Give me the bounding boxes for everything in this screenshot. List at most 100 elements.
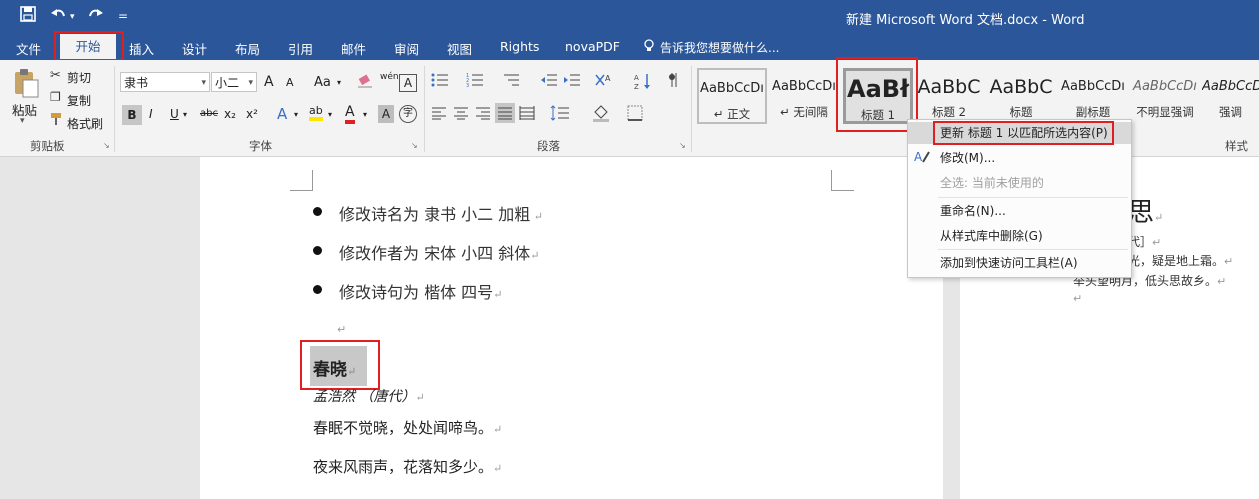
style-sample: AaBbCcDı (1202, 79, 1259, 94)
font-name-combo[interactable]: 隶书 ▾ (120, 72, 210, 92)
bullets-icon[interactable] (431, 72, 449, 92)
numbering-icon[interactable]: 123 (466, 72, 484, 92)
paragraph-mark: ↵ (1073, 292, 1083, 305)
subscript-button[interactable]: x₂ (224, 107, 236, 121)
tab-view[interactable]: 视图 (447, 39, 472, 58)
svg-text:Z: Z (634, 83, 639, 90)
underline-button[interactable]: U (170, 107, 179, 121)
show-marks-icon[interactable] (668, 72, 680, 92)
dialog-launcher-icon[interactable]: ↘ (679, 141, 686, 150)
style-no-spacing[interactable]: AaBbCcDı ↵ 无间隔 (769, 68, 839, 124)
justify-icon[interactable] (495, 103, 515, 123)
dialog-launcher-icon[interactable]: ↘ (103, 141, 110, 150)
tell-me-search[interactable]: 告诉我您想要做什么... (660, 39, 779, 56)
list-item[interactable]: 修改诗名为 隶书 小二 加粗 ↵ (339, 201, 543, 225)
chevron-down-icon[interactable]: ▾ (337, 78, 341, 87)
tab-rights[interactable]: Rights (500, 39, 539, 54)
style-name: 副标题 (1075, 105, 1111, 119)
paste-icon[interactable] (12, 68, 40, 102)
poem2-line: 光，疑是地上霜。↵ (1128, 254, 1234, 268)
format-painter-button[interactable]: 格式刷 (67, 115, 103, 132)
tab-insert[interactable]: 插入 (129, 39, 154, 58)
style-sample: AaBbCcDı (1133, 79, 1197, 94)
sort-icon[interactable]: AZ (634, 72, 652, 94)
distributed-icon[interactable] (519, 106, 535, 124)
chevron-down-icon[interactable]: ▾ (183, 110, 187, 119)
multilevel-list-icon[interactable] (502, 72, 520, 92)
tab-mailings[interactable]: 邮件 (341, 39, 366, 58)
character-shading-button[interactable]: A (378, 105, 394, 123)
shrink-font-button[interactable]: A (286, 76, 294, 89)
clear-formatting-icon[interactable] (357, 74, 373, 92)
phonetic-guide-button[interactable]: wén (380, 72, 399, 82)
bold-button[interactable]: B (122, 105, 142, 125)
align-right-icon[interactable] (475, 106, 491, 124)
paragraph-group-label: 段落 (537, 139, 560, 153)
copy-button[interactable]: 复制 (67, 92, 91, 109)
font-size-combo[interactable]: 小二 ▾ (211, 72, 257, 92)
menu-item-remove-from-gallery[interactable]: 从样式库中删除(G) (908, 225, 1131, 247)
svg-text:A: A (634, 74, 639, 82)
cut-button[interactable]: 剪切 (67, 69, 91, 86)
line-spacing-icon[interactable] (550, 105, 570, 125)
style-title[interactable]: AaBbC 标题 (986, 68, 1056, 124)
style-normal[interactable]: AaBbCcDı ↵ 正文 (697, 68, 767, 124)
poem-line[interactable]: 夜来风雨声，花落知多少。↵ (313, 456, 502, 477)
align-left-icon[interactable] (431, 106, 447, 124)
italic-button[interactable]: I (149, 107, 153, 121)
increase-indent-icon[interactable] (563, 72, 581, 92)
superscript-button[interactable]: x² (246, 107, 258, 121)
style-emphasis[interactable]: AaBbCcDı 强调 (1202, 68, 1259, 124)
list-item[interactable]: 修改诗句为 楷体 四号↵ (339, 279, 502, 303)
save-icon[interactable] (20, 6, 36, 26)
document-page[interactable] (200, 157, 943, 499)
tab-design[interactable]: 设计 (182, 39, 207, 58)
dialog-launcher-icon[interactable]: ↘ (411, 141, 418, 150)
chevron-down-icon[interactable]: ▾ (294, 110, 298, 119)
style-subtle-emphasis[interactable]: AaBbCcDı 不明显强调 (1130, 68, 1200, 124)
undo-icon[interactable] (50, 6, 68, 26)
style-name: 不明显强调 (1136, 105, 1194, 119)
customize-quick-access-icon[interactable]: = (118, 9, 128, 23)
menu-item-add-to-quick-access[interactable]: 添加到快速访问工具栏(A) (908, 252, 1131, 274)
align-center-icon[interactable] (453, 106, 469, 124)
menu-item-rename[interactable]: 重命名(N)... (908, 200, 1131, 222)
tab-novapdf[interactable]: novaPDF (565, 39, 620, 54)
tab-file[interactable]: 文件 (16, 39, 41, 58)
tab-review[interactable]: 审阅 (394, 39, 419, 58)
style-sample: AaBbC (989, 76, 1053, 98)
grow-font-button[interactable]: A (264, 74, 274, 90)
poem-author[interactable]: 孟浩然 （唐代）↵ (313, 386, 425, 406)
style-subtitle[interactable]: AaBbCcDı 副标题 (1058, 68, 1128, 124)
chevron-down-icon[interactable]: ▾ (70, 12, 75, 22)
change-case-button[interactable]: Aa (314, 75, 331, 90)
decrease-indent-icon[interactable] (540, 72, 558, 92)
scissors-icon: ✂ (50, 68, 61, 83)
tab-references[interactable]: 引用 (288, 39, 313, 58)
style-heading-2[interactable]: AaBbC 标题 2 (914, 68, 984, 124)
poem-line[interactable]: 春眠不觉晓，处处闻啼鸟。↵ (313, 417, 502, 438)
menu-item-modify[interactable]: 修改(M)... (908, 147, 1131, 169)
enclose-characters-button[interactable]: 字 (399, 105, 417, 123)
chevron-down-icon[interactable]: ▾ (363, 110, 367, 119)
text-effects-button[interactable]: A (277, 105, 287, 123)
strikethrough-button[interactable]: abc (200, 108, 218, 119)
character-border-button[interactable]: A (399, 74, 417, 92)
margin-corner-mark (290, 170, 313, 191)
chevron-down-icon[interactable]: ▾ (328, 110, 332, 119)
shading-icon[interactable] (592, 104, 612, 126)
redo-icon[interactable] (86, 6, 104, 26)
chinese-layout-icon[interactable]: A (594, 72, 614, 92)
tab-layout[interactable]: 布局 (235, 39, 260, 58)
styles-group-label: 样式 (1225, 139, 1248, 153)
borders-icon[interactable] (627, 105, 643, 125)
font-color-button[interactable]: A (345, 104, 355, 124)
poem2-author-fragment: 代］↵ (1128, 235, 1162, 249)
margin-corner-mark (831, 170, 854, 191)
chevron-down-icon[interactable]: ▾ (20, 116, 25, 126)
title-bar: ▾ = 新建 Microsoft Word 文档.docx - Word (0, 0, 1259, 34)
clipboard-group-label: 剪贴板 (30, 139, 65, 153)
window-title: 新建 Microsoft Word 文档.docx - Word (846, 13, 1085, 28)
highlight-color-button[interactable]: ab (309, 104, 323, 121)
list-item[interactable]: 修改作者为 宋体 小四 斜体↵ (339, 240, 539, 264)
